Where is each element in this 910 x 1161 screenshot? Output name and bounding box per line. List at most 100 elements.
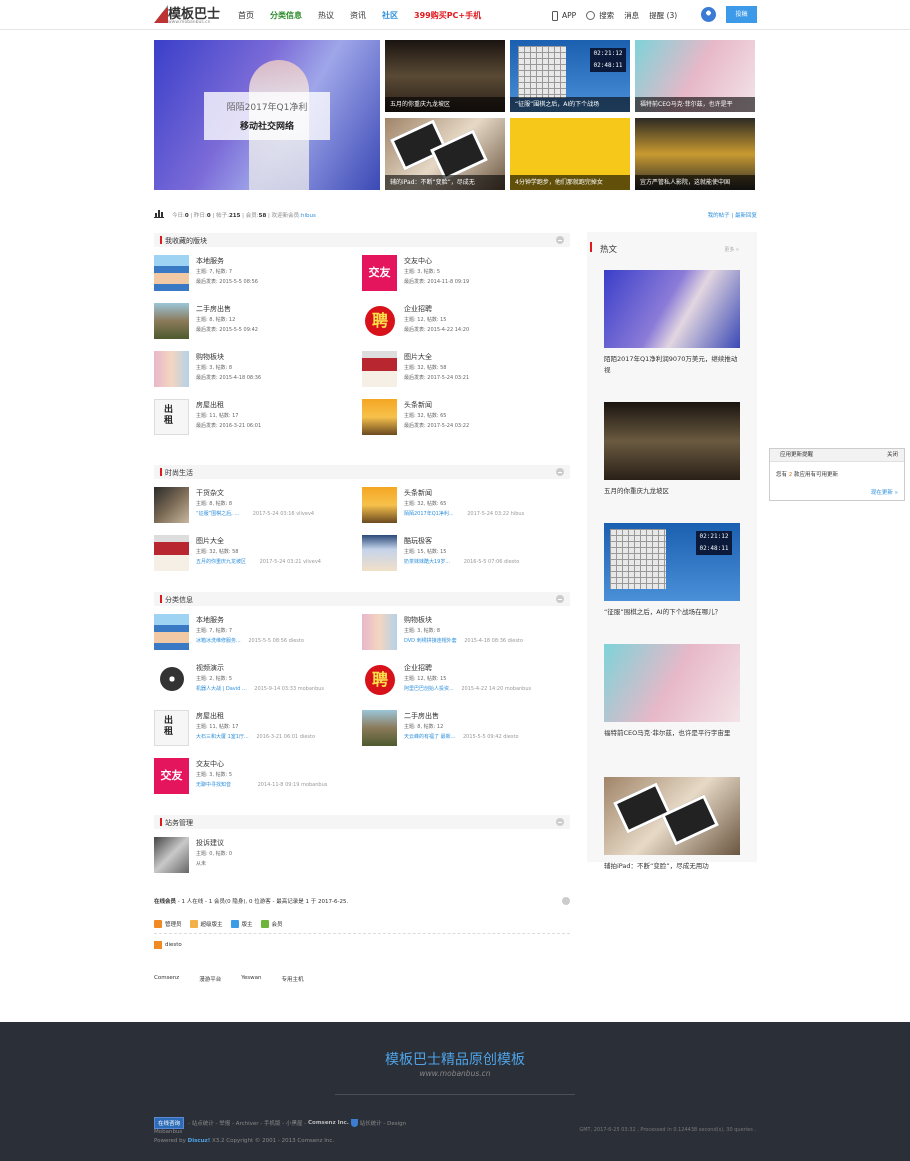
forum-item[interactable]: 本地服务 主题: 7, 帖数: 7 冰箱冰洗维修服务... 2015-5-5 0… — [154, 614, 354, 654]
thumb-caption: 4分钟学跑步，他们那就跑完掉女 — [510, 175, 630, 190]
collapse-icon[interactable] — [562, 897, 570, 905]
online-label[interactable]: 在线会员 — [154, 899, 176, 905]
last-post-link[interactable]: 天云峰的有福了 最新... — [404, 734, 455, 740]
article-image — [604, 644, 740, 722]
user-icon — [154, 941, 162, 949]
collapse-icon[interactable] — [556, 236, 564, 244]
thumb-6[interactable]: 宜方严管私人影院，这就能使中国 — [635, 118, 755, 190]
thumb-3[interactable]: 福特前CEO马克·菲尔兹，也许是平 — [635, 40, 755, 112]
section-header-favorites: 我收藏的版块 — [154, 233, 570, 247]
forum-item[interactable]: 头条新闻 主题: 32, 帖数: 65 最后发表: 2017-5-24 03:2… — [362, 399, 562, 439]
member-icon — [260, 920, 269, 928]
thumb-4[interactable]: 辅的iPad：不断“变脸”，尽成无 — [385, 118, 505, 190]
friend-link[interactable]: 专用主机 — [281, 975, 303, 983]
last-post-link[interactable]: 机器人大战 | David ... — [196, 686, 247, 692]
forum-icon — [154, 487, 189, 523]
forum-item[interactable]: 投诉建议 主题: 0, 帖数: 0 从未 — [154, 837, 354, 877]
collapse-icon[interactable] — [556, 595, 564, 603]
forum-item[interactable]: 图片大全 主题: 32, 帖数: 58 五月的你重庆九龙坡区 2017-5-24… — [154, 535, 354, 575]
thumb-5[interactable]: 4分钟学跑步，他们那就跑完掉女 — [510, 118, 630, 190]
last-post-link[interactable]: DVD 刺绣拼接连帽外套 — [404, 638, 457, 644]
logo-mark-icon — [154, 5, 168, 23]
last-post-link[interactable]: 冰箱冰洗维修服务... — [196, 638, 241, 644]
consult-button[interactable]: 在线咨询 — [154, 1117, 185, 1129]
section-title: 站务管理 — [165, 819, 193, 827]
last-post-link[interactable]: 陌陌2017年Q1净利... — [404, 511, 454, 517]
article-image — [604, 270, 740, 348]
hot-article[interactable]: 辅拍iPad：不断“变脸”，尽成无用功 — [604, 777, 740, 872]
hero-slide[interactable]: 陌陌2017年Q1净利 移动社交网络 — [154, 40, 380, 190]
last-post-link[interactable]: “征服”围棋之后, ... — [196, 511, 239, 517]
member-legend: 管理员 超级版主 版主 会员 — [154, 920, 291, 928]
forum-item[interactable]: 本地服务 主题: 7, 帖数: 7 最后发表: 2015-5-5 08:56 — [154, 255, 354, 295]
footer-brand: 模板巴士精品原创模板 — [385, 1052, 525, 1068]
nav-hot[interactable]: 热议 — [318, 10, 334, 21]
user-avatar[interactable] — [701, 7, 716, 22]
post-button[interactable]: 投稿 — [726, 6, 757, 23]
last-post-link[interactable]: 大石三和大厦 1室1厅... — [196, 734, 249, 740]
forum-item[interactable]: 房屋出租 主题: 11, 帖数: 17 最后发表: 2016-3-21 06:0… — [154, 399, 354, 439]
latest-reply-link[interactable]: 最新回复 — [735, 213, 757, 219]
article-image — [604, 402, 740, 480]
new-member-link[interactable]: hibus — [301, 213, 316, 219]
forum-item[interactable]: 房屋出租 主题: 11, 帖数: 17 大石三和大厦 1室1厅... 2016-… — [154, 710, 354, 750]
article-image — [604, 777, 740, 855]
thumb-2[interactable]: 02:21:12 02:48:11 “征服”围棋之后，AI的下个战场 — [510, 40, 630, 112]
forum-icon — [362, 351, 397, 387]
forum-item[interactable]: 二手房出售 主题: 8, 帖数: 12 天云峰的有福了 最新... 2015-5… — [362, 710, 562, 750]
last-post-link[interactable]: 无聊中寻找知音 — [196, 782, 231, 788]
friend-links: Comsenz 漫游平台 Yeswan 专用主机 — [154, 975, 323, 983]
friend-link[interactable]: 漫游平台 — [199, 975, 221, 983]
app-link[interactable]: APP — [552, 10, 576, 21]
update-now-link[interactable]: 现在更新 » — [871, 488, 898, 496]
hot-article[interactable]: 陌陌2017年Q1净利润9070万美元，继续推动视 — [604, 270, 740, 376]
site-logo[interactable]: 模板巴士 www.mobanbus.cn — [154, 3, 224, 27]
section-header-classified: 分类信息 — [154, 592, 570, 606]
popup-close-button[interactable]: 关闭 — [887, 449, 898, 462]
forum-icon: 交友 — [362, 255, 397, 291]
sidebar-more-link[interactable]: 更多 » — [724, 246, 739, 253]
forum-icon — [154, 303, 189, 339]
search-link[interactable]: 搜索 — [586, 10, 614, 21]
nav-classified[interactable]: 分类信息 — [270, 10, 302, 21]
last-post-link[interactable]: 奶茶妹妹酷大19岁... — [404, 559, 450, 565]
forum-item[interactable]: 购物板块 主题: 3, 帖数: 8 最后发表: 2015-4-18 08:36 — [154, 351, 354, 391]
forum-item[interactable]: 头条新闻 主题: 32, 帖数: 65 陌陌2017年Q1净利... 2017-… — [362, 487, 562, 527]
last-post-link[interactable]: 阿里巴巴创始人投资... — [404, 686, 454, 692]
last-post-link[interactable]: 五月的你重庆九龙坡区 — [196, 559, 246, 565]
hot-articles-sidebar: 热文 更多 » 陌陌2017年Q1净利润9070万美元，继续推动视 五月的你重庆… — [587, 232, 757, 870]
game-clock: 02:21:12 02:48:11 — [590, 48, 626, 72]
nav-community[interactable]: 社区 — [382, 10, 398, 21]
forum-item[interactable]: 企业招聘 主题: 12, 帖数: 15 阿里巴巴创始人投资... 2015-4-… — [362, 662, 562, 702]
forum-item[interactable]: 交友 交友中心 主题: 3, 帖数: 5 最后发表: 2014-11-8 09:… — [362, 255, 562, 295]
forum-item[interactable]: 酷玩极客 主题: 15, 帖数: 15 奶茶妹妹酷大19岁... 2016-5-… — [362, 535, 562, 575]
popup-body: 您有 2 款应用有可用更新 — [776, 472, 839, 478]
forum-item[interactable]: 企业招聘 主题: 12, 帖数: 15 最后发表: 2015-4-22 14:2… — [362, 303, 562, 343]
forum-item[interactable]: 视频演示 主题: 2, 帖数: 5 机器人大战 | David ... 2015… — [154, 662, 354, 702]
forum-item[interactable]: 交友 交友中心 主题: 3, 帖数: 5 无聊中寻找知音 2014-11-8 0… — [154, 758, 354, 798]
forum-item[interactable]: 购物板块 主题: 3, 帖数: 8 DVD 刺绣拼接连帽外套 2015-4-18… — [362, 614, 562, 654]
friend-link[interactable]: Yeswan — [241, 975, 261, 983]
online-user[interactable]: diesto — [154, 941, 182, 949]
nav-news[interactable]: 资讯 — [350, 10, 366, 21]
my-posts-link[interactable]: 我的帖子 — [708, 213, 730, 219]
main-nav: 首页 分类信息 热议 资讯 社区 399购买PC+手机 — [238, 10, 497, 21]
stats-text: 今日:0 | 昨日:0 | 帖子:215 | 会员:58 | 欢迎新会员:hib… — [172, 213, 316, 219]
forum-item[interactable]: 二手房出售 主题: 8, 帖数: 12 最后发表: 2015-5-5 09:42 — [154, 303, 354, 343]
messages-link[interactable]: 消息 — [624, 10, 639, 21]
game-clock: 02:21:12 02:48:11 — [696, 531, 732, 555]
hot-article[interactable]: 福特前CEO马克·菲尔兹，也许是平行宇宙里 — [604, 644, 740, 739]
thumb-caption: 福特前CEO马克·菲尔兹，也许是平 — [635, 97, 755, 112]
hot-article[interactable]: 02:21:12 02:48:11 “征服”围棋之后，AI的下个战场在哪儿？ — [604, 523, 740, 618]
remind-link[interactable]: 提醒 (3) — [649, 10, 677, 21]
thumb-1[interactable]: 五月的你重庆九龙坡区 — [385, 40, 505, 112]
hot-article[interactable]: 五月的你重庆九龙坡区 — [604, 402, 740, 497]
collapse-icon[interactable] — [556, 818, 564, 826]
friend-link[interactable]: Comsenz — [154, 975, 179, 983]
forum-icon — [362, 710, 397, 746]
forum-item[interactable]: 图片大全 主题: 32, 帖数: 58 最后发表: 2017-5-24 03:2… — [362, 351, 562, 391]
forum-item[interactable]: 干货杂文 主题: 8, 帖数: 8 “征服”围棋之后, ... 2017-5-2… — [154, 487, 354, 527]
nav-buy[interactable]: 399购买PC+手机 — [414, 10, 481, 21]
nav-home[interactable]: 首页 — [238, 10, 254, 21]
collapse-icon[interactable] — [556, 468, 564, 476]
